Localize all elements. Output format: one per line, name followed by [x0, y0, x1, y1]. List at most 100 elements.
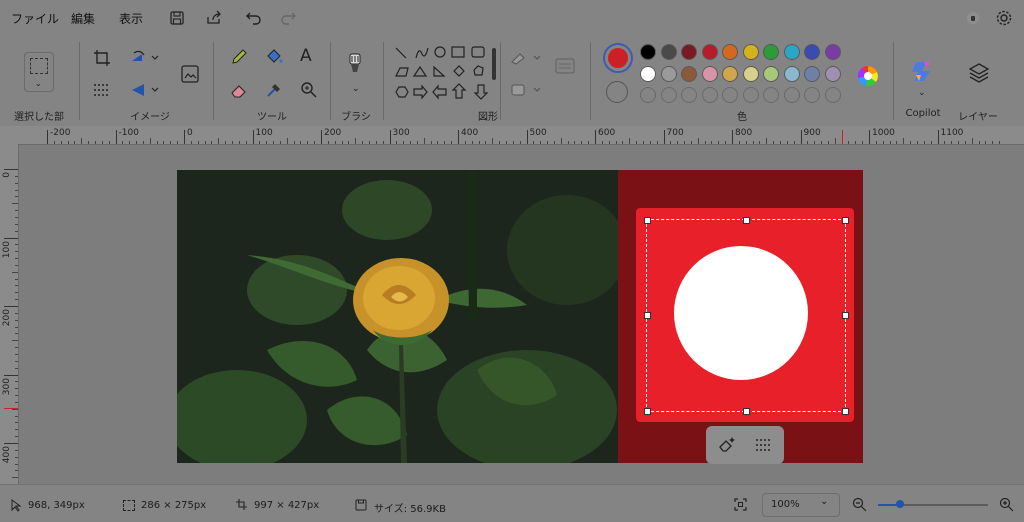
magnifier-icon[interactable]	[300, 81, 318, 99]
color-swatch[interactable]	[824, 66, 841, 82]
selection-marquee[interactable]	[644, 217, 849, 415]
account-icon[interactable]	[964, 9, 982, 27]
color-swatch[interactable]	[742, 44, 759, 60]
ruler-tick	[595, 130, 596, 144]
color-swatch[interactable]	[660, 87, 677, 103]
flip-icon[interactable]	[130, 81, 160, 99]
size-icon[interactable]	[553, 56, 577, 80]
color-swatch[interactable]	[763, 66, 779, 82]
color-swatch[interactable]	[722, 87, 738, 103]
chevron-down-icon[interactable]: ⌄	[352, 84, 360, 94]
color-swatch[interactable]	[640, 44, 656, 60]
zoom-slider-thumb[interactable]	[896, 500, 904, 508]
primary-color-button[interactable]	[603, 43, 633, 73]
ruler-minor-tick	[368, 141, 370, 144]
secondary-color-button[interactable]	[606, 81, 628, 103]
color-swatch[interactable]	[701, 87, 718, 103]
share-icon[interactable]	[205, 9, 223, 27]
resize-handle-top-right[interactable]	[842, 217, 849, 224]
ruler-tick	[937, 130, 939, 144]
menu-file[interactable]: ファイル	[11, 10, 59, 27]
color-swatch[interactable]	[701, 44, 718, 60]
resize-handle-bottom[interactable]	[743, 408, 750, 415]
color-swatch[interactable]	[824, 44, 841, 60]
resize-handle-bottom-left[interactable]	[644, 408, 651, 415]
divider	[330, 42, 331, 120]
settings-gear-icon[interactable]	[995, 9, 1013, 27]
menu-view[interactable]: 表示	[119, 10, 143, 27]
fit-to-window-icon[interactable]	[734, 498, 747, 511]
resize-handle-top[interactable]	[743, 217, 750, 224]
color-swatch[interactable]	[783, 66, 800, 82]
save-icon[interactable]	[168, 9, 186, 27]
color-swatch[interactable]	[640, 66, 656, 82]
resize-handle-left[interactable]	[644, 312, 651, 319]
ruler-minor-tick	[15, 422, 18, 424]
color-swatch[interactable]	[660, 66, 677, 82]
ruler-tick	[4, 306, 18, 307]
shape-fill-icon[interactable]	[510, 82, 544, 98]
ruler-minor-tick	[149, 138, 151, 144]
remove-background-icon[interactable]	[754, 437, 774, 453]
color-swatch[interactable]	[722, 66, 738, 82]
rose-photo-layer[interactable]	[177, 170, 618, 463]
color-swatch[interactable]	[742, 66, 759, 82]
ruler-minor-tick	[15, 175, 18, 177]
generative-erase-icon[interactable]	[717, 436, 737, 454]
color-swatch[interactable]	[681, 66, 697, 82]
copilot-icon[interactable]	[910, 58, 936, 84]
color-wheel-icon[interactable]	[856, 64, 880, 88]
color-swatch[interactable]	[763, 44, 779, 60]
color-swatch[interactable]	[804, 44, 820, 60]
divider	[213, 42, 214, 120]
undo-icon[interactable]	[245, 9, 263, 27]
ruler-label: 400	[2, 446, 12, 464]
cursor-icon	[11, 499, 22, 512]
fill-bucket-icon[interactable]	[265, 48, 283, 66]
ruler-minor-tick	[15, 388, 18, 390]
brush-icon[interactable]	[346, 52, 364, 76]
color-swatch[interactable]	[783, 44, 800, 60]
color-swatch[interactable]	[640, 87, 656, 103]
chevron-down-icon[interactable]: ⌄	[918, 88, 926, 98]
text-tool-icon[interactable]: A	[300, 46, 312, 66]
menu-edit[interactable]: 編集	[71, 10, 95, 27]
color-swatch[interactable]	[742, 87, 759, 103]
shape-outline-icon[interactable]	[510, 50, 544, 66]
ruler-minor-tick	[327, 141, 329, 144]
ruler-minor-tick	[697, 138, 699, 144]
image-resize-icon[interactable]	[180, 64, 200, 84]
crop-icon[interactable]	[93, 49, 111, 67]
zoom-in-icon[interactable]	[999, 497, 1014, 512]
pencil-icon[interactable]	[230, 48, 248, 66]
color-swatch[interactable]	[722, 44, 738, 60]
remove-background-icon[interactable]	[93, 83, 111, 97]
file-size: サイズ: 56.9KB	[374, 504, 446, 515]
ruler-minor-tick	[889, 141, 891, 144]
color-swatch[interactable]	[783, 87, 800, 103]
color-swatch[interactable]	[681, 87, 697, 103]
color-swatch[interactable]	[660, 44, 677, 60]
zoom-out-icon[interactable]	[852, 497, 867, 512]
color-swatch[interactable]	[681, 44, 697, 60]
eraser-icon[interactable]	[230, 81, 248, 99]
color-swatch[interactable]	[763, 87, 779, 103]
shapes-gallery[interactable]	[394, 46, 498, 112]
color-swatch[interactable]	[824, 87, 841, 103]
ruler-minor-tick	[492, 138, 494, 144]
color-swatch[interactable]	[804, 87, 820, 103]
color-swatch[interactable]	[701, 66, 718, 82]
select-button[interactable]: ⌄	[24, 52, 54, 92]
layers-icon[interactable]	[968, 62, 990, 84]
redo-icon[interactable]	[279, 9, 297, 27]
rotate-icon[interactable]	[130, 49, 160, 67]
color-swatch[interactable]	[804, 66, 820, 82]
resize-handle-right[interactable]	[842, 312, 849, 319]
ruler-minor-tick	[136, 141, 138, 144]
resize-handle-bottom-right[interactable]	[842, 408, 849, 415]
color-picker-icon[interactable]	[265, 81, 283, 99]
ruler-minor-tick	[142, 141, 144, 144]
zoom-select[interactable]: 100% ⌄	[762, 493, 840, 517]
resize-handle-top-left[interactable]	[644, 217, 651, 224]
zoom-slider-track[interactable]	[878, 500, 988, 508]
